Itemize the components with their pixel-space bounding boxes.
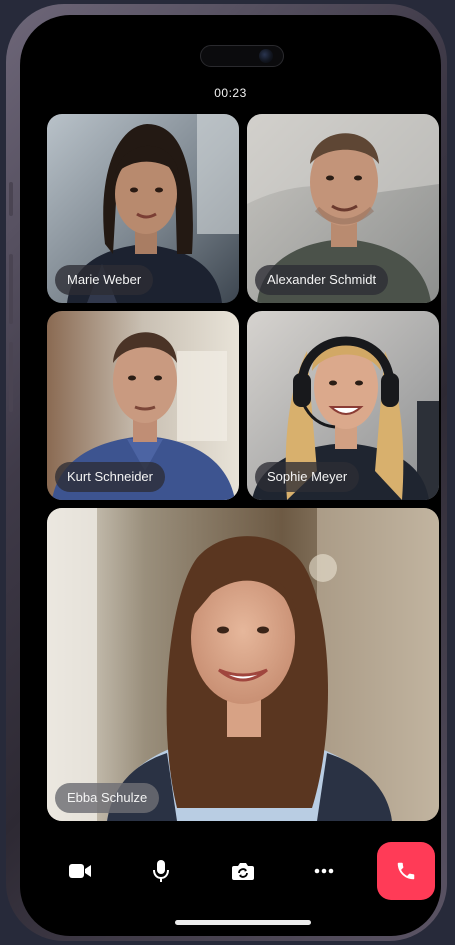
- end-call-button[interactable]: [377, 842, 435, 900]
- microphone-toggle-button[interactable]: [141, 853, 181, 889]
- participant-name-label: Kurt Schneider: [55, 462, 165, 492]
- participant-tile-ebba-schulze[interactable]: Ebba Schulze: [47, 508, 439, 821]
- participant-tile-kurt-schneider[interactable]: Kurt Schneider: [47, 311, 239, 500]
- volume-down-button: [9, 342, 13, 412]
- participant-tile-marie-weber[interactable]: Marie Weber: [47, 114, 239, 303]
- participant-video-ebba-schulze: [47, 508, 439, 821]
- participant-name-label: Marie Weber: [55, 265, 154, 295]
- participant-name-label: Alexander Schmidt: [255, 265, 389, 295]
- call-timer: 00:23: [214, 86, 247, 100]
- participant-tile-sophie-meyer[interactable]: Sophie Meyer: [247, 311, 439, 500]
- microphone-icon: [153, 860, 169, 882]
- participant-name-label: Ebba Schulze: [55, 783, 160, 813]
- front-camera-lens: [259, 49, 273, 63]
- home-indicator[interactable]: [175, 920, 311, 925]
- video-toggle-button[interactable]: [60, 853, 100, 889]
- phone-screen: 00:23 Marie Weber Alexander Schmidt Kurt…: [20, 15, 441, 936]
- video-camera-icon: [69, 864, 91, 878]
- action-button: [9, 182, 13, 216]
- more-icon: [314, 868, 334, 874]
- volume-up-button: [9, 254, 13, 324]
- participant-tile-alexander-schmidt[interactable]: Alexander Schmidt: [247, 114, 439, 303]
- switch-camera-button[interactable]: [223, 853, 263, 889]
- more-options-button[interactable]: [304, 853, 344, 889]
- participant-name-label: Sophie Meyer: [255, 462, 360, 492]
- dynamic-island: [200, 45, 284, 67]
- switch-camera-icon: [232, 863, 254, 880]
- phone-frame: 00:23 Marie Weber Alexander Schmidt Kurt…: [6, 4, 447, 941]
- phone-hangup-icon: [397, 862, 415, 880]
